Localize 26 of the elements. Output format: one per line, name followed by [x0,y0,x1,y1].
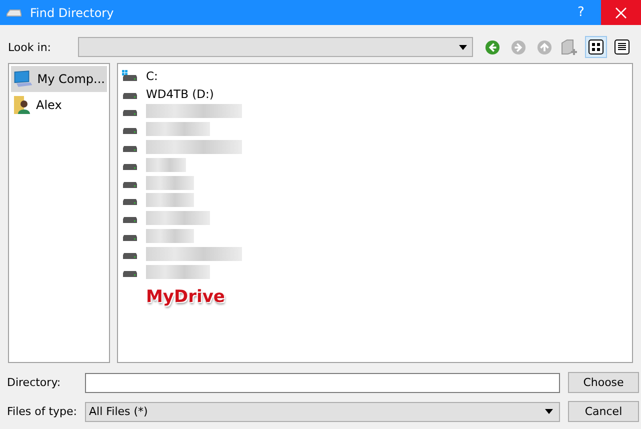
computer-icon [13,69,32,89]
drive-icon [6,8,22,18]
annotation-text: MyDrive [146,286,226,307]
folder-plus-icon [561,39,579,55]
file-type-label: Files of type: [7,405,77,418]
drive-name[interactable]: C: [146,68,158,83]
directory-label: Directory: [7,376,62,389]
icon-view-button[interactable] [585,36,607,58]
list-icon [614,39,630,55]
directory-field[interactable] [85,372,560,392]
close-button[interactable] [601,0,641,25]
drive-name[interactable]: WD4TB (D:) [146,86,214,101]
user-folder-icon [13,95,31,115]
up-arrow-icon [536,40,552,54]
window-title: Find Directory [30,6,114,20]
choose-button[interactable]: Choose [568,372,639,393]
file-type-dropdown[interactable]: All Files (*) [85,402,560,422]
grid-icon [588,39,604,55]
drive-icon [122,70,138,82]
dropdown-arrow-icon [459,44,467,50]
sidebar-item[interactable]: Alex [11,92,107,118]
close-icon [615,6,627,18]
cancel-button[interactable]: Cancel [568,401,639,422]
look-in-label: Look in: [8,40,52,54]
sidebar-item[interactable]: My Comp... [11,66,107,92]
dropdown-arrow-icon [545,409,553,414]
